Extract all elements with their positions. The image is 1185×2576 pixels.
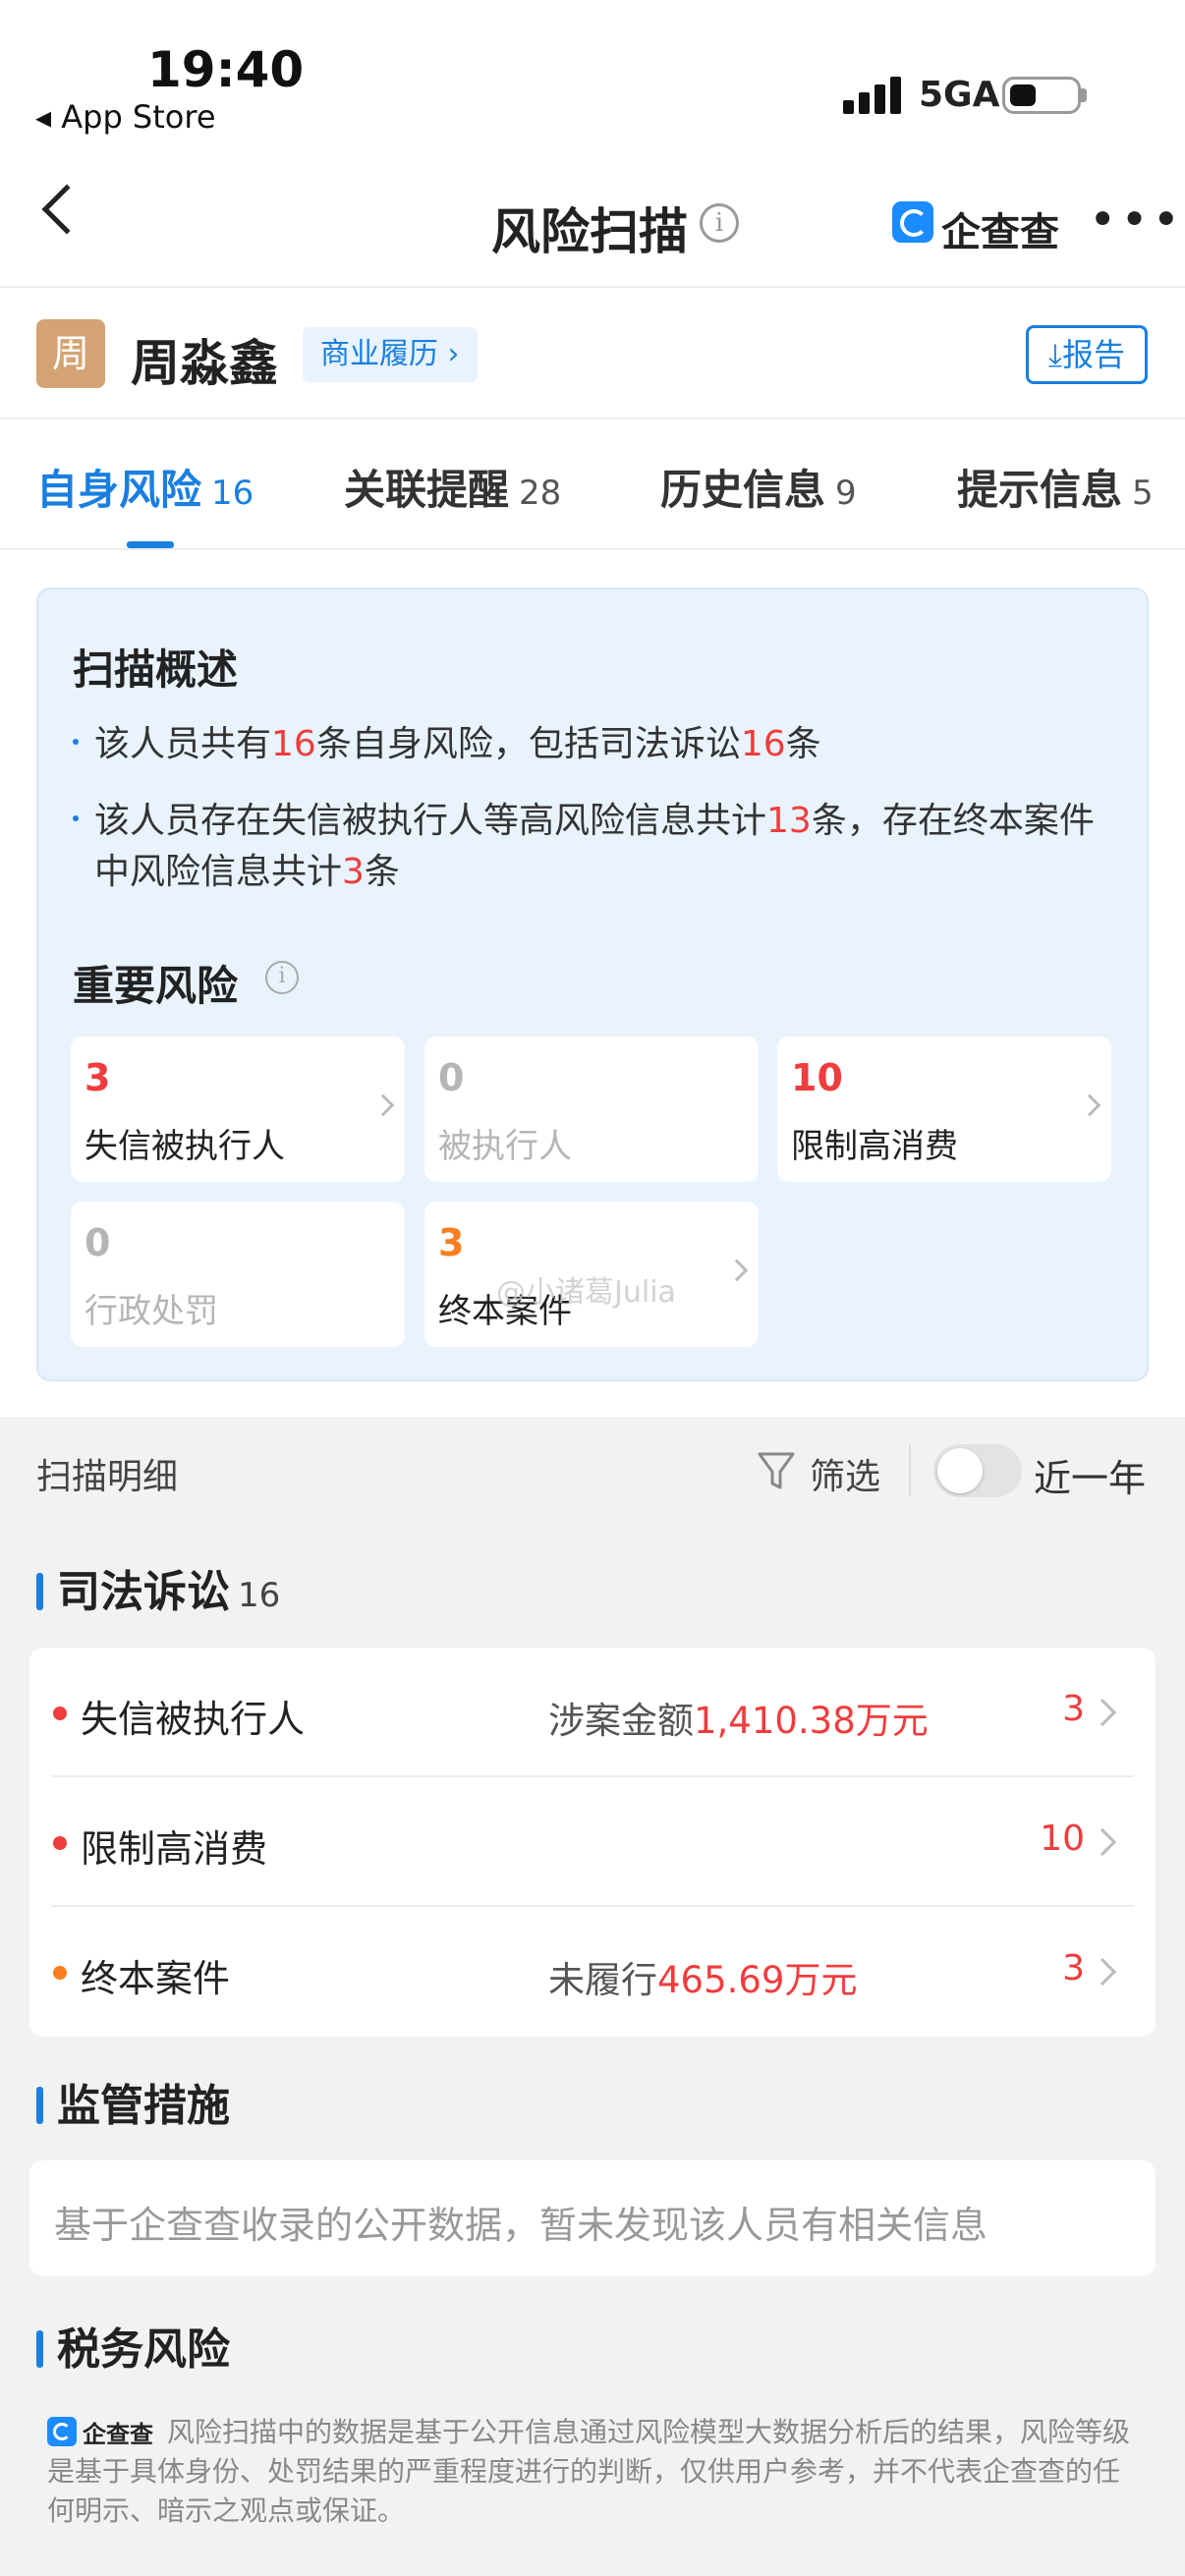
info-icon[interactable]: i [700,203,739,243]
chevron-right-icon [371,1093,395,1117]
brand-name: 企查查 [941,210,1059,255]
business-history-button[interactable]: 商业履历 › [303,327,478,382]
chevron-right-icon [725,1259,749,1282]
risk-card-executee[interactable]: 0 被执行人 [424,1036,759,1182]
chevron-right-icon [1088,1698,1117,1727]
risk-count: 0 [85,1221,111,1264]
section-tax-title: 税务风险 [36,2314,230,2377]
risk-label: 限制高消费 [791,1127,958,1166]
chevron-right-icon [1088,1827,1117,1857]
risk-card-dishonest-executee[interactable]: 3 失信被执行人 [71,1036,405,1182]
section-supervision-title: 监管措施 [36,2070,230,2133]
red-dot-icon [53,1707,67,1720]
tab-related-alerts[interactable]: 关联提醒 28 [344,457,561,517]
back-to-app-store[interactable]: ◂ App Store [35,98,216,136]
overview-line-2: 该人员存在失信被执行人等高风险信息共计13条，存在终本案件中风险信息共计3条 [73,796,1114,898]
qichacha-logo-icon [892,201,933,243]
page-title: 风险扫描 [491,203,688,260]
risk-card-high-consumption-limit[interactable]: 10 限制高消费 [777,1036,1111,1182]
overview-title: 扫描概述 [73,645,239,694]
watermark: @小诸葛Julia [496,1275,676,1310]
network-label: 5GA [919,75,1000,115]
disclaimer-text: 风险扫描中的数据是基于公开信息通过风险模型大数据分析后的结果，风险等级是基于具体… [47,2416,1131,2527]
info-icon[interactable]: i [265,961,299,994]
more-menu-button[interactable]: ••• [1089,193,1184,248]
battery-tip [1081,88,1087,102]
overview-line-1: 该人员共有16条自身风险，包括司法诉讼16条 [73,719,1114,770]
risk-label: 行政处罚 [85,1292,218,1331]
report-button[interactable]: ⤓报告 [1026,325,1148,384]
filter-button[interactable]: 筛选 [810,1448,880,1499]
risk-label: 被执行人 [438,1127,572,1166]
list-item[interactable]: 终本案件 未履行465.69万元 3 [29,1907,1156,2037]
section-judicial-title: 司法诉讼 16 [36,1556,280,1619]
scan-detail-title: 扫描明细 [36,1457,179,1497]
risk-label: 失信被执行人 [85,1127,285,1166]
chevron-right-icon [1078,1093,1101,1117]
important-risk-title: 重要风险 [73,962,239,1010]
list-item[interactable]: 限制高消费 10 [29,1777,1156,1907]
red-dot-icon [53,1836,67,1850]
orange-dot-icon [53,1966,67,1980]
risk-count: 10 [791,1056,843,1099]
status-time: 19:40 [147,41,305,98]
person-name: 周淼鑫 [131,335,278,392]
battery-icon [1002,77,1081,114]
risk-card-administrative-penalty[interactable]: 0 行政处罚 [71,1202,405,1347]
tab-active-indicator [127,541,174,548]
avatar: 周 [36,319,105,388]
risk-count: 3 [438,1221,465,1264]
footer-brand: 企查查 [83,2421,153,2448]
filter-icon[interactable] [757,1450,796,1493]
divider [909,1444,911,1495]
chevron-right-icon [1088,1957,1117,1987]
empty-state-text: 基于企查查收录的公开数据，暂未发现该人员有相关信息 [54,2204,988,2247]
toggle-label: 近一年 [1034,1457,1147,1500]
tab-hint-info[interactable]: 提示信息 5 [957,457,1154,517]
judicial-list: 失信被执行人 涉案金额1,410.38万元 3 限制高消费 10 终本案件 未履… [29,1648,1156,2037]
risk-count: 0 [438,1056,465,1099]
list-item[interactable]: 失信被执行人 涉案金额1,410.38万元 3 [29,1648,1156,1777]
qichacha-logo-icon [47,2417,77,2446]
recent-year-toggle[interactable] [933,1444,1022,1497]
risk-count: 3 [85,1056,111,1099]
tab-history-info[interactable]: 历史信息 9 [660,457,857,517]
tab-self-risk[interactable]: 自身风险 16 [36,457,254,517]
